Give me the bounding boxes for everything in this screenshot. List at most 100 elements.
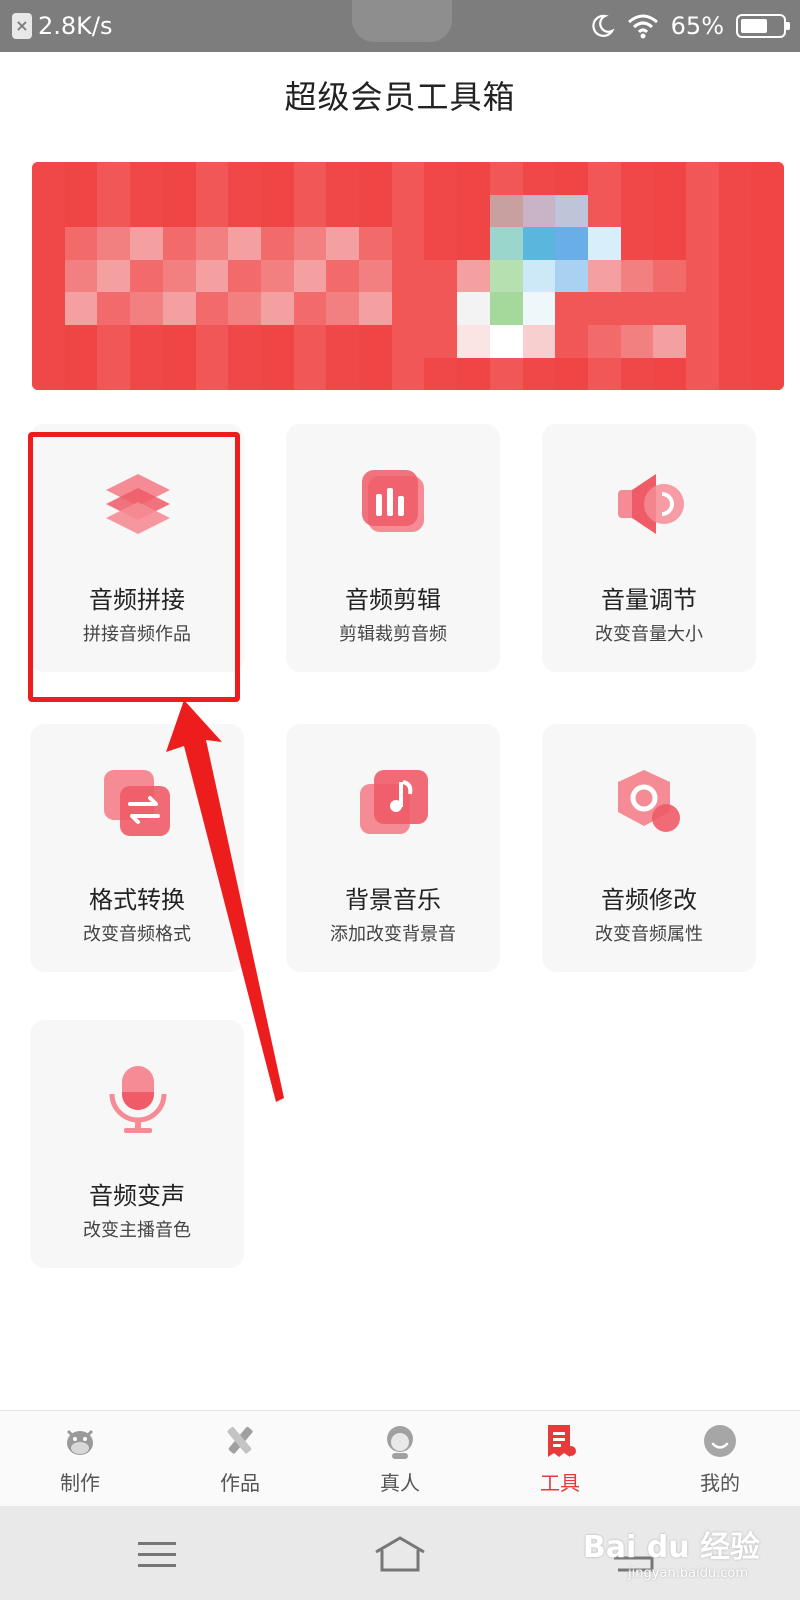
banner-pixel — [555, 162, 589, 196]
banner-pixel — [587, 292, 622, 326]
microphone-icon — [109, 1066, 167, 1133]
tool-card-audio-edit[interactable]: 音频剪辑 剪辑裁剪音频 — [286, 424, 500, 672]
banner-pixel — [326, 292, 360, 326]
banner-pixel — [391, 162, 426, 196]
banner-pixel — [32, 357, 66, 390]
menu-icon[interactable] — [128, 1530, 188, 1578]
banner-pixel — [555, 292, 589, 326]
banner-pixel — [489, 227, 524, 261]
banner-pixel — [32, 259, 66, 294]
nav-item-real-person[interactable]: 真人 — [320, 1411, 480, 1507]
banner-pixel — [424, 325, 459, 359]
tool-card-audio-modify[interactable]: 音频修改 改变音频属性 — [542, 724, 756, 972]
banner-pixel — [457, 292, 491, 326]
banner-pixel — [359, 194, 393, 229]
banner-pixel — [457, 357, 491, 390]
banner-pixel — [424, 194, 459, 229]
nav-item-works[interactable]: 作品 — [160, 1411, 320, 1507]
banner-pixel — [424, 357, 459, 390]
banner-pixel — [555, 227, 589, 261]
banner-pixel — [293, 227, 328, 261]
banner-pixel — [457, 194, 491, 229]
banner-pixel — [620, 357, 655, 390]
banner-pixel — [260, 227, 295, 261]
banner-pixel — [718, 194, 753, 229]
banner-pixel — [751, 259, 784, 294]
camera-notch — [352, 0, 452, 42]
banner-pixel — [391, 292, 426, 326]
tool-subtitle: 添加改变背景音 — [330, 924, 456, 945]
banner-pixel — [489, 194, 524, 229]
banner-pixel — [555, 325, 589, 359]
banner-pixel — [64, 194, 99, 229]
banner-pixel — [228, 325, 262, 359]
nav-label: 真人 — [380, 1471, 420, 1495]
annotation-highlight-box — [28, 432, 240, 702]
banner-pixel — [293, 162, 328, 196]
banner-pixel — [391, 357, 426, 390]
nav-item-tools[interactable]: 工具 — [480, 1411, 640, 1507]
nav-item-make[interactable]: 制作 — [0, 1411, 160, 1507]
tool-card-background-music[interactable]: 背景音乐 添加改变背景音 — [286, 724, 500, 972]
banner-pixel — [32, 325, 66, 359]
tool-title: 音频变声 — [89, 1182, 185, 1210]
banner-pixel — [522, 292, 557, 326]
banner-pixel — [359, 259, 393, 294]
banner-pixel — [32, 194, 66, 229]
banner-pixel — [489, 325, 524, 359]
banner-pixel — [457, 162, 491, 196]
banner-pixel — [522, 325, 557, 359]
promo-banner[interactable] — [32, 162, 784, 390]
banner-pixel — [326, 162, 360, 196]
tool-subtitle: 改变音频格式 — [83, 924, 191, 945]
nav-item-mine[interactable]: 我的 — [640, 1411, 800, 1507]
tool-card-format-convert[interactable]: 格式转换 改变音频格式 — [30, 724, 244, 972]
tool-title: 音频剪辑 — [345, 586, 441, 614]
banner-pixel — [653, 259, 687, 294]
banner-pixel — [587, 194, 622, 229]
banner-pixel — [751, 194, 784, 229]
nav-label: 制作 — [60, 1471, 100, 1495]
banner-pixel — [424, 227, 459, 261]
banner-pixel — [64, 259, 99, 294]
banner-pixel — [620, 162, 655, 196]
banner-pixel — [424, 259, 459, 294]
page-title: 超级会员工具箱 — [284, 78, 516, 116]
banner-pixel — [64, 357, 99, 390]
banner-pixel — [718, 259, 753, 294]
banner-pixel — [751, 227, 784, 261]
nav-label: 作品 — [220, 1471, 260, 1495]
banner-pixel — [686, 162, 720, 196]
moon-icon — [591, 14, 615, 37]
banner-pixel — [620, 259, 655, 294]
home-icon[interactable] — [370, 1530, 430, 1578]
banner-pixel — [64, 227, 99, 261]
tool-title: 音量调节 — [601, 586, 697, 614]
banner-pixel — [260, 357, 295, 390]
banner-pixel — [260, 259, 295, 294]
wifi-icon — [627, 14, 658, 39]
tool-subtitle: 剪辑裁剪音频 — [339, 624, 447, 645]
banner-pixel — [489, 259, 524, 294]
status-left: × 2.8K/s — [12, 10, 113, 42]
banner-pixel — [359, 357, 393, 390]
banner-pixel — [260, 194, 295, 229]
banner-pixel — [620, 227, 655, 261]
tool-card-volume[interactable]: 音量调节 改变音量大小 — [542, 424, 756, 672]
banner-pixel — [130, 259, 164, 294]
banner-pixel — [391, 259, 426, 294]
banner-pixel — [293, 259, 328, 294]
swap-icon — [104, 770, 170, 836]
banner-pixel — [97, 292, 132, 326]
banner-pixel — [653, 227, 687, 261]
banner-pixel — [130, 357, 164, 390]
banner-pixel — [32, 292, 66, 326]
tool-card-voice-changer[interactable]: 音频变声 改变主播音色 — [30, 1020, 244, 1268]
banner-pixel — [130, 325, 164, 359]
banner-pixel — [555, 357, 589, 390]
banner-pixel — [391, 325, 426, 359]
banner-pixel — [293, 292, 328, 326]
toolbox-doc-icon — [548, 1425, 576, 1457]
watermark-url: jingyan.baidu.com — [628, 1566, 748, 1581]
banner-pixel — [260, 325, 295, 359]
